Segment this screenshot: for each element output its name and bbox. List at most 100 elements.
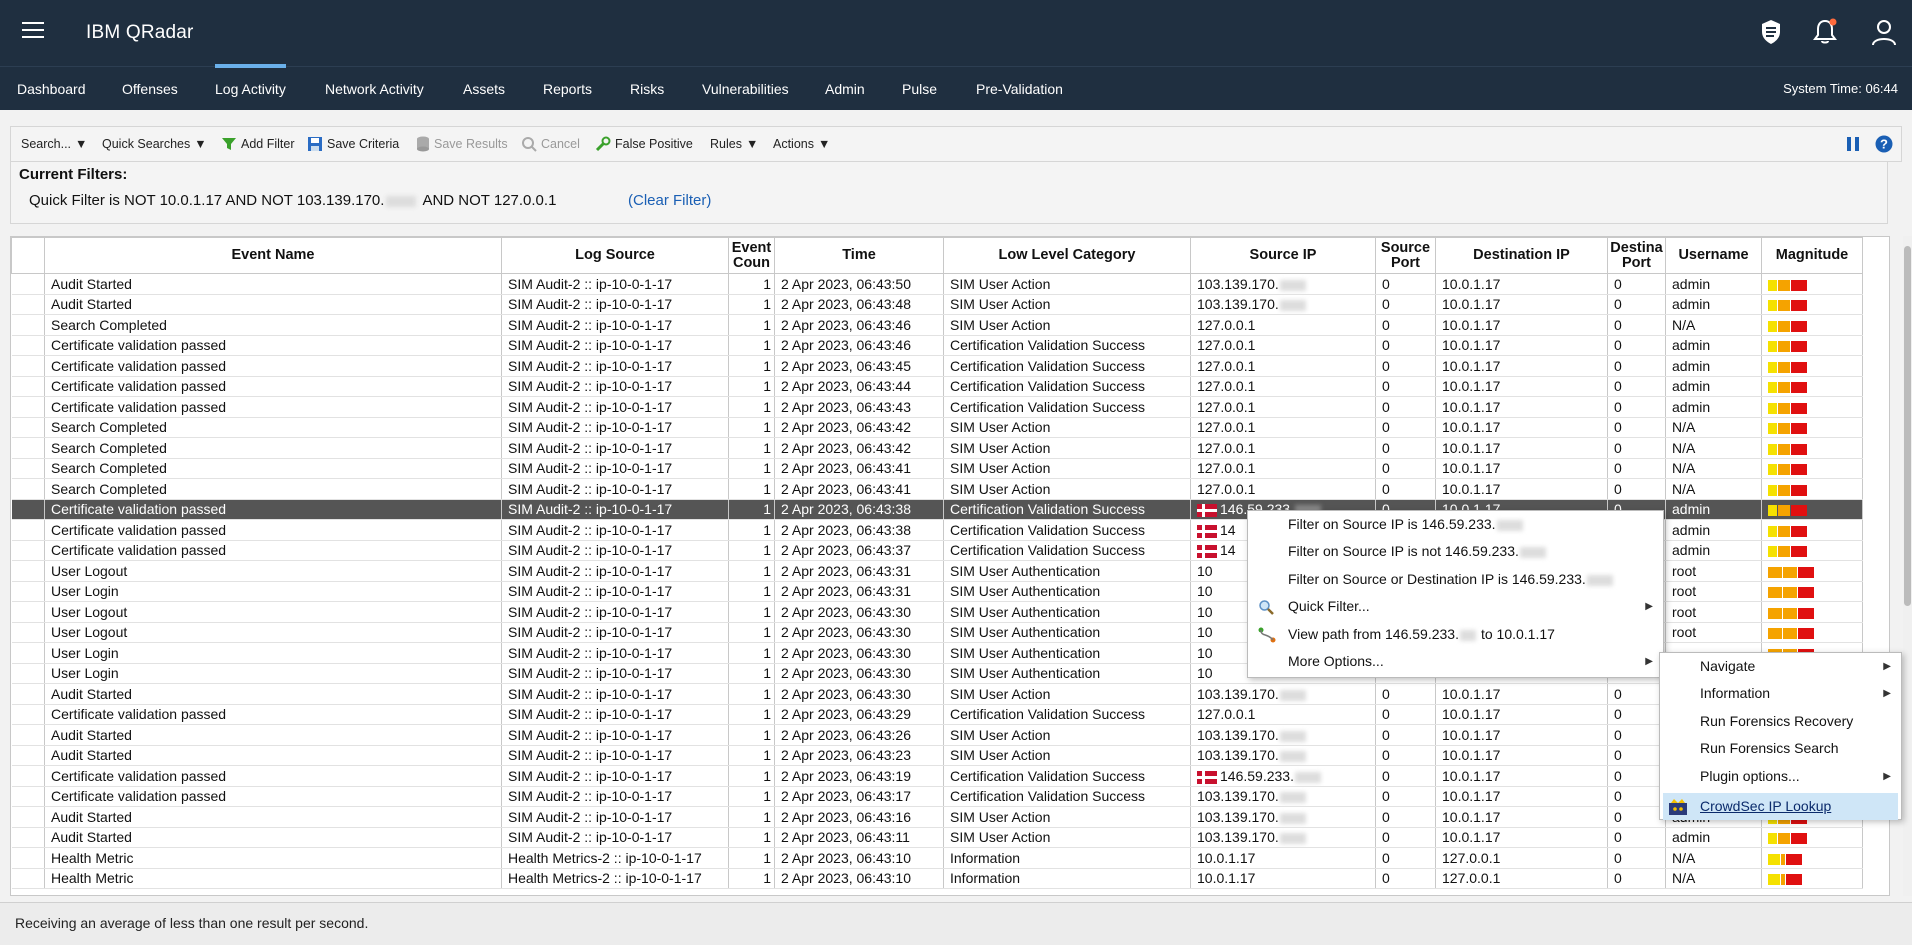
- table-row[interactable]: Certificate validation passed SIM Audit-2…: [11, 335, 1863, 356]
- table-row[interactable]: Search Completed SIM Audit-2 :: ip-10-0-1…: [11, 437, 1863, 459]
- low-level-category-cell: Certification Validation Success: [943, 376, 1191, 397]
- tab-pulse[interactable]: Pulse: [902, 67, 937, 111]
- table-row[interactable]: Search Completed SIM Audit-2 :: ip-10-0-1…: [11, 478, 1863, 500]
- tab-reports[interactable]: Reports: [543, 67, 592, 111]
- user-profile-icon[interactable]: [1864, 12, 1904, 52]
- help-icon: ?: [1875, 135, 1893, 153]
- table-row[interactable]: Certificate validation passed SIM Audit-2…: [11, 786, 1863, 807]
- help-button[interactable]: ?: [1875, 127, 1893, 161]
- rules-dropdown[interactable]: Rules ▼: [710, 127, 758, 161]
- username-cell: admin: [1665, 540, 1762, 561]
- source-ip-text: 10.0.1.17: [1197, 849, 1256, 866]
- false-positive-button[interactable]: False Positive: [595, 127, 693, 161]
- username-cell: admin: [1665, 355, 1762, 377]
- tab-dashboard[interactable]: Dashboard: [17, 67, 86, 111]
- table-scrollbar[interactable]: [1903, 236, 1912, 896]
- magnitude-segment: [1778, 833, 1790, 845]
- table-row[interactable]: Search Completed SIM Audit-2 :: ip-10-0-1…: [11, 417, 1863, 438]
- tab-vulnerabilities[interactable]: Vulnerabilities: [702, 67, 789, 111]
- destination-ip-cell: 10.0.1.17: [1435, 806, 1608, 828]
- pause-button[interactable]: [1845, 127, 1861, 161]
- row-selector-cell: [11, 786, 45, 807]
- tab-risks[interactable]: Risks: [630, 67, 664, 111]
- submenu-arrow-icon: ▶: [1883, 661, 1891, 672]
- submenu-navigate[interactable]: Navigate ▶: [1660, 653, 1901, 680]
- column-header[interactable]: Event Coun: [728, 237, 775, 274]
- table-row[interactable]: Audit Started SIM Audit-2 :: ip-10-0-1-17…: [11, 683, 1863, 705]
- table-row[interactable]: Search Completed SIM Audit-2 :: ip-10-0-1…: [11, 458, 1863, 479]
- column-header[interactable]: Source IP: [1190, 237, 1376, 274]
- destination-port-cell: 0: [1607, 335, 1666, 356]
- column-header[interactable]: Low Level Category: [943, 237, 1191, 274]
- submenu-run-forensics-search[interactable]: Run Forensics Search: [1660, 735, 1901, 762]
- save-criteria-button[interactable]: Save Criteria: [307, 127, 399, 161]
- table-row[interactable]: Certificate validation passed SIM Audit-2…: [11, 704, 1863, 725]
- cancel-button[interactable]: Cancel: [521, 127, 580, 161]
- source-ip-text: 10: [1197, 603, 1213, 620]
- magnitude-segment: [1768, 382, 1777, 394]
- column-header[interactable]: Magnitude: [1761, 237, 1863, 274]
- magnitude-segment: [1768, 300, 1777, 312]
- magnitude-segment: [1768, 628, 1782, 640]
- table-row[interactable]: Health Metric Health Metrics-2 :: ip-10-0…: [11, 868, 1863, 889]
- low-level-category-cell: SIM User Action: [943, 458, 1191, 479]
- menu-quick-filter[interactable]: Quick Filter... ▶: [1248, 593, 1663, 620]
- table-row[interactable]: Certificate validation passed SIM Audit-2…: [11, 396, 1863, 418]
- magnitude-segment: [1791, 300, 1807, 312]
- shield-icon[interactable]: [1751, 12, 1791, 52]
- column-header[interactable]: Destina Port: [1607, 237, 1666, 274]
- hamburger-menu-icon[interactable]: [22, 22, 44, 40]
- column-header[interactable]: Log Source: [501, 237, 729, 274]
- column-header[interactable]: Event Name: [44, 237, 502, 274]
- event-name-cell: Certificate validation passed: [44, 335, 502, 356]
- tab-pre-validation[interactable]: Pre-Validation: [976, 67, 1063, 111]
- menu-filter-source-ip-is-not[interactable]: Filter on Source IP is not 146.59.233.: [1248, 538, 1663, 565]
- table-row[interactable]: Certificate validation passed SIM Audit-2…: [11, 355, 1863, 377]
- column-header[interactable]: Destination IP: [1435, 237, 1608, 274]
- column-header[interactable]: Source Port: [1375, 237, 1436, 274]
- menu-filter-source-or-destination-ip[interactable]: Filter on Source or Destination IP is 14…: [1248, 566, 1663, 593]
- save-results-button[interactable]: Save Results: [416, 127, 508, 161]
- table-row[interactable]: Audit Started SIM Audit-2 :: ip-10-0-1-17…: [11, 724, 1863, 746]
- tab-log-activity[interactable]: Log Activity: [215, 64, 286, 111]
- menu-more-options[interactable]: More Options... ▶: [1248, 648, 1663, 675]
- tab-network-activity[interactable]: Network Activity: [325, 67, 424, 111]
- table-row[interactable]: Audit Started SIM Audit-2 :: ip-10-0-1-17…: [11, 294, 1863, 315]
- submenu-plugin-options[interactable]: Plugin options... ▶: [1660, 763, 1901, 790]
- low-level-category-cell: SIM User Authentication: [943, 601, 1191, 623]
- scrollbar-thumb[interactable]: [1904, 246, 1911, 606]
- tab-admin[interactable]: Admin: [825, 67, 865, 111]
- table-row[interactable]: Audit Started SIM Audit-2 :: ip-10-0-1-17…: [11, 745, 1863, 766]
- time-cell: 2 Apr 2023, 06:43:30: [774, 663, 944, 684]
- username-cell: root: [1665, 581, 1762, 602]
- table-row[interactable]: Search Completed SIM Audit-2 :: ip-10-0-1…: [11, 314, 1863, 336]
- table-row[interactable]: Audit Started SIM Audit-2 :: ip-10-0-1-17…: [11, 827, 1863, 848]
- destination-port-cell: 0: [1607, 458, 1666, 479]
- table-row[interactable]: Health Metric Health Metrics-2 :: ip-10-0…: [11, 847, 1863, 869]
- log-source-cell: SIM Audit-2 :: ip-10-0-1-17: [501, 827, 729, 848]
- notifications-bell-icon[interactable]: [1805, 12, 1845, 52]
- column-header[interactable]: Username: [1665, 237, 1762, 274]
- column-header[interactable]: [11, 237, 45, 274]
- table-row[interactable]: Certificate validation passed SIM Audit-2…: [11, 376, 1863, 397]
- table-row[interactable]: Certificate validation passed SIM Audit-2…: [11, 765, 1863, 787]
- add-filter-button[interactable]: Add Filter: [221, 127, 295, 161]
- search-dropdown[interactable]: Search... ▼: [21, 127, 87, 161]
- destination-port-cell: 0: [1607, 745, 1666, 766]
- column-header[interactable]: Time: [774, 237, 944, 274]
- clear-filter-link[interactable]: (Clear Filter): [628, 192, 711, 209]
- submenu-information[interactable]: Information ▶: [1660, 680, 1901, 707]
- redacted-ip-octet: [386, 195, 417, 207]
- tab-assets[interactable]: Assets: [463, 67, 505, 111]
- tab-offenses[interactable]: Offenses: [122, 67, 178, 111]
- destination-port-cell: 0: [1607, 786, 1666, 807]
- submenu-crowdsec-ip-lookup[interactable]: CrowdSec IP Lookup: [1663, 793, 1898, 820]
- menu-filter-source-ip-is[interactable]: Filter on Source IP is 146.59.233.: [1248, 511, 1663, 538]
- menu-view-path[interactable]: View path from 146.59.233. to 10.0.1.17: [1248, 621, 1663, 648]
- actions-dropdown[interactable]: Actions ▼: [773, 127, 830, 161]
- table-row[interactable]: Audit Started SIM Audit-2 :: ip-10-0-1-17…: [11, 806, 1863, 828]
- table-row[interactable]: Audit Started SIM Audit-2 :: ip-10-0-1-17…: [11, 273, 1863, 295]
- destination-port-cell: 0: [1607, 478, 1666, 500]
- quick-searches-dropdown[interactable]: Quick Searches ▼: [102, 127, 207, 161]
- submenu-run-forensics-recovery[interactable]: Run Forensics Recovery: [1660, 708, 1901, 735]
